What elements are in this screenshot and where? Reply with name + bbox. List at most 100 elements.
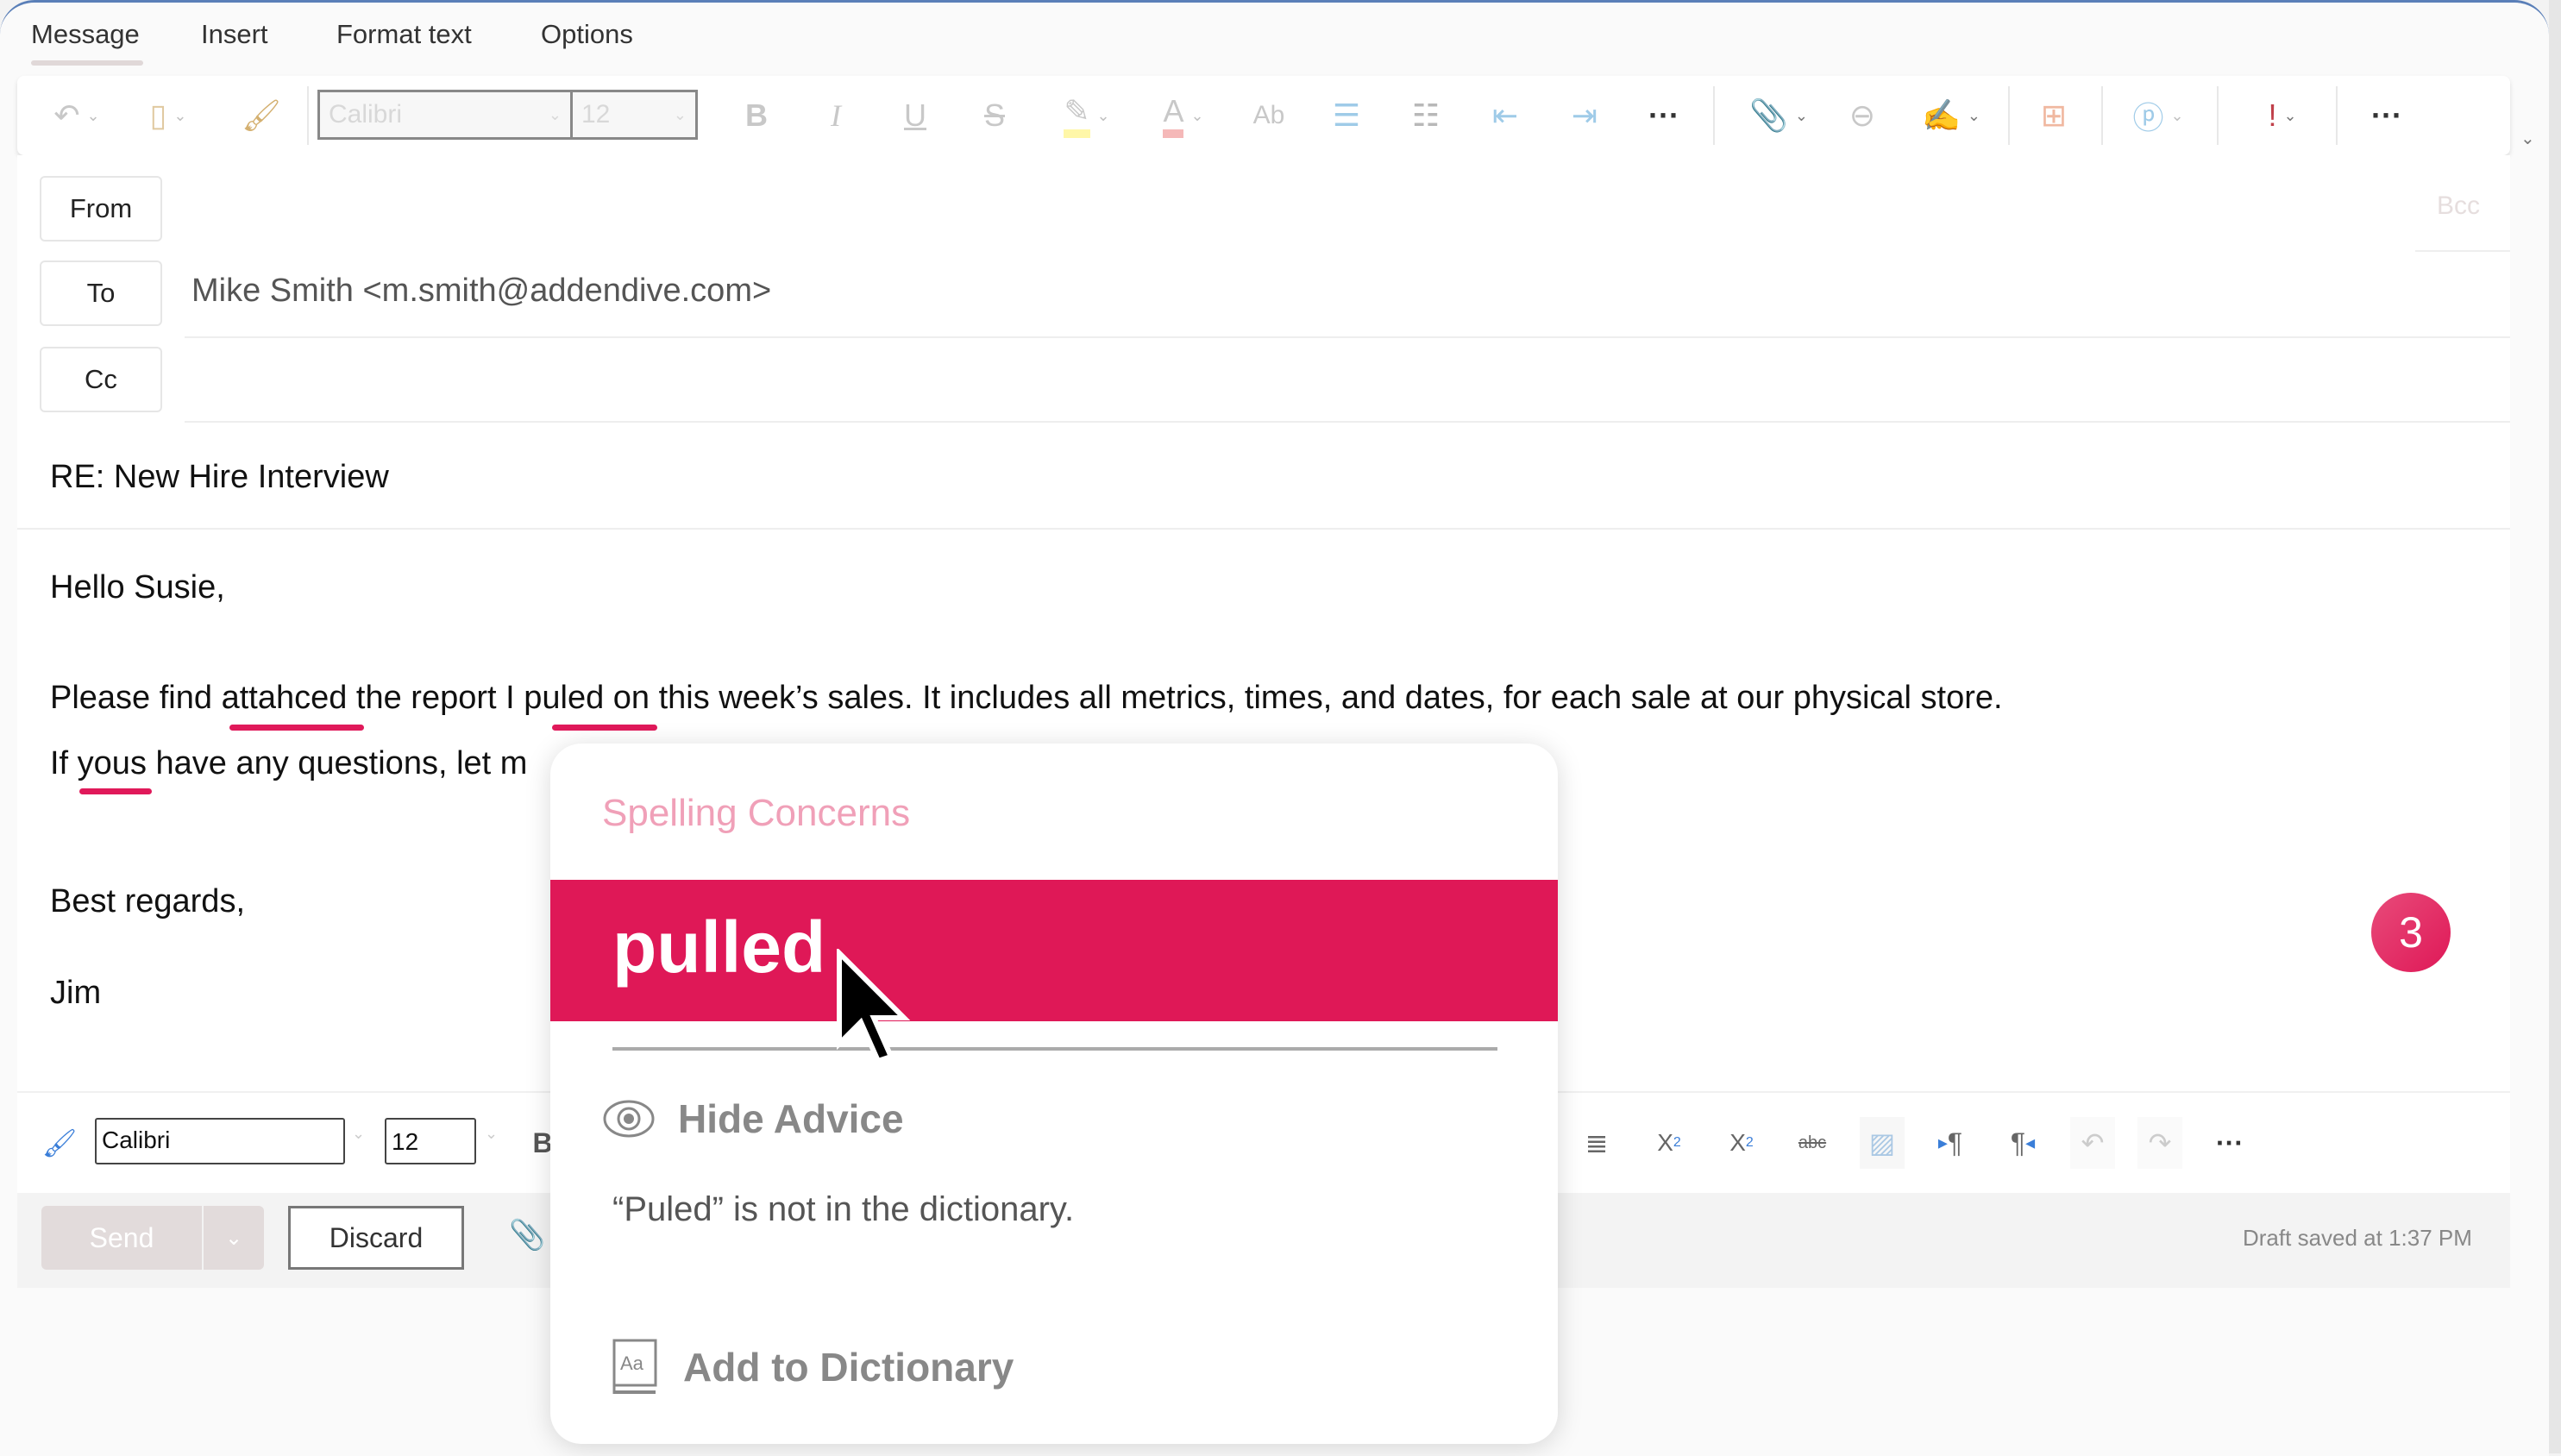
chevron-down-icon: ⌄ bbox=[173, 106, 187, 124]
underline-icon: U bbox=[904, 97, 926, 133]
more-options-button[interactable]: ··· bbox=[2363, 76, 2410, 155]
insert-image-icon[interactable]: ▨ bbox=[1860, 1117, 1905, 1169]
importance-button[interactable]: ! ⌄ bbox=[2246, 76, 2319, 155]
divider bbox=[2008, 86, 2010, 145]
body-greeting[interactable]: Hello Susie, bbox=[50, 569, 225, 606]
decrease-indent-icon: ⇤ bbox=[1491, 97, 1519, 133]
chevron-down-icon[interactable]: ⌄ bbox=[485, 1125, 498, 1143]
underline-button[interactable]: U bbox=[894, 76, 937, 155]
spelling-button[interactable]: Ab bbox=[1246, 76, 1292, 155]
paste-button[interactable]: ▯ ⌄ bbox=[138, 76, 198, 155]
more-icon: ··· bbox=[2371, 97, 2402, 133]
signature-button[interactable]: ✍ ⌄ bbox=[1915, 76, 1987, 155]
chevron-down-icon[interactable]: ⌄ bbox=[352, 1125, 365, 1143]
link-icon: ⊖ bbox=[1849, 97, 1876, 133]
chevron-down-icon: ⌄ bbox=[548, 106, 562, 123]
popup-title: Spelling Concerns bbox=[602, 792, 911, 834]
ribbon-toolbar: ↶ ⌄ ▯ ⌄ 🖌 Calibri ⌄ 12 ⌄ B I U S ✎ ⌄ A ⌄ Ab … bbox=[17, 76, 2510, 155]
subscript-icon[interactable]: X2 bbox=[1720, 1117, 1763, 1169]
body-closing[interactable]: Best regards, bbox=[50, 883, 245, 920]
tab-insert[interactable]: Insert bbox=[201, 19, 268, 50]
cc-button[interactable]: Cc bbox=[40, 347, 162, 412]
importance-icon: ! bbox=[2268, 97, 2277, 133]
chevron-down-icon: ⌄ bbox=[224, 1226, 243, 1250]
attach-icon[interactable]: 📎 bbox=[509, 1218, 545, 1252]
font-color-icon: A bbox=[1163, 93, 1184, 138]
link-button[interactable]: ⊖ bbox=[1839, 76, 1886, 155]
strikethrough-button[interactable]: S bbox=[973, 76, 1016, 155]
superscript-icon[interactable]: X2 bbox=[1648, 1117, 1691, 1169]
format-painter-icon[interactable]: 🖌 bbox=[38, 1117, 81, 1169]
spelling-underline-yous[interactable] bbox=[79, 788, 152, 794]
redo-icon[interactable]: ↷ bbox=[2137, 1117, 2182, 1169]
italic-icon: I bbox=[831, 98, 841, 133]
divider bbox=[1713, 86, 1715, 145]
svg-text:Aa: Aa bbox=[620, 1352, 644, 1374]
italic-button[interactable]: I bbox=[814, 76, 857, 155]
send-options-button[interactable]: ⌄ bbox=[204, 1206, 264, 1270]
insert-table-button[interactable]: ⊞ bbox=[2031, 76, 2077, 155]
mouse-cursor-icon bbox=[837, 949, 911, 1064]
more-icon[interactable]: ··· bbox=[2208, 1117, 2251, 1169]
to-button[interactable]: To bbox=[40, 260, 162, 326]
font-name-select[interactable]: Calibri ⌄ bbox=[317, 90, 573, 140]
eye-icon bbox=[603, 1100, 655, 1138]
add-to-dictionary-button[interactable]: Aa Add to Dictionary bbox=[612, 1339, 1014, 1396]
advice-message: “Puled” is not in the dictionary. bbox=[612, 1190, 1075, 1228]
add-to-dictionary-label: Add to Dictionary bbox=[683, 1345, 1014, 1390]
increase-indent-icon: ⇥ bbox=[1571, 97, 1598, 133]
body-line-2[interactable]: If yous have any questions, let m bbox=[50, 745, 527, 782]
hide-advice-button[interactable]: Hide Advice bbox=[602, 1095, 904, 1142]
bottom-font-size-input[interactable]: 12 bbox=[385, 1118, 476, 1164]
justify-icon[interactable]: ≣ bbox=[1575, 1117, 1618, 1169]
bullets-button[interactable]: ☰ bbox=[1323, 76, 1370, 155]
font-color-button[interactable]: A ⌄ bbox=[1149, 76, 1218, 155]
undo-icon[interactable]: ↶ bbox=[2070, 1117, 2115, 1169]
bold-icon: B bbox=[745, 97, 768, 133]
cc-input[interactable] bbox=[191, 352, 2503, 412]
send-button[interactable]: Send bbox=[41, 1206, 202, 1270]
to-divider bbox=[185, 336, 2510, 338]
bullets-icon: ☰ bbox=[1332, 97, 1361, 133]
highlight-icon: ✎ bbox=[1064, 93, 1090, 138]
tab-options[interactable]: Options bbox=[541, 19, 633, 50]
cc-divider bbox=[185, 421, 2510, 423]
increase-indent-button[interactable]: ⇥ bbox=[1561, 76, 1608, 155]
bottom-font-name-input[interactable]: Calibri bbox=[95, 1118, 345, 1164]
bcc-button[interactable]: Bcc bbox=[2437, 191, 2480, 221]
step-badge: 3 bbox=[2371, 893, 2451, 972]
highlight-button[interactable]: ✎ ⌄ bbox=[1052, 76, 1121, 155]
spelling-underline-puled[interactable] bbox=[552, 725, 657, 731]
numbering-button[interactable]: ☷ bbox=[1403, 76, 1449, 155]
undo-icon: ↶ bbox=[53, 97, 80, 133]
format-painter-button[interactable]: 🖌 bbox=[240, 76, 283, 155]
subject-field[interactable]: RE: New Hire Interview bbox=[50, 459, 389, 496]
dictionary-icon: Aa bbox=[612, 1339, 657, 1394]
chevron-down-icon: ⌄ bbox=[1967, 106, 1980, 124]
suggestion-text[interactable]: pulled bbox=[612, 906, 825, 989]
subject-divider bbox=[17, 528, 2510, 530]
undo-button[interactable]: ↶ ⌄ bbox=[47, 76, 107, 155]
from-button[interactable]: From bbox=[40, 176, 162, 242]
more-formatting-button[interactable]: ··· bbox=[1641, 76, 1687, 155]
bold-button[interactable]: B bbox=[735, 76, 778, 155]
chevron-down-icon: ⌄ bbox=[2283, 106, 2297, 124]
tab-format-text[interactable]: Format text bbox=[336, 19, 472, 50]
spelling-popup: Spelling Concerns pulled Hide Advice “Pu… bbox=[550, 744, 1558, 1444]
font-size-select[interactable]: 12 ⌄ bbox=[570, 90, 698, 140]
strikethrough-icon[interactable]: abc bbox=[1791, 1117, 1834, 1169]
to-recipient-field[interactable]: Mike Smith <m.smith@addendive.com> bbox=[191, 273, 771, 310]
attach-file-button[interactable]: 📎 ⌄ bbox=[1742, 76, 1815, 155]
decrease-indent-button[interactable]: ⇤ bbox=[1482, 76, 1528, 155]
expand-ribbon-icon[interactable]: ⌄ bbox=[2520, 128, 2535, 149]
ltr-paragraph-icon[interactable]: ▸ ¶ bbox=[1929, 1117, 1972, 1169]
spelling-underline-attahced[interactable] bbox=[229, 725, 364, 731]
divider bbox=[2336, 86, 2338, 145]
loop-button[interactable]: ⓟ ⌄ bbox=[2122, 76, 2194, 155]
discard-button[interactable]: Discard bbox=[288, 1206, 464, 1270]
divider bbox=[2217, 86, 2219, 145]
body-signature[interactable]: Jim bbox=[50, 975, 101, 1012]
tab-message[interactable]: Message bbox=[31, 19, 140, 50]
rtl-paragraph-icon[interactable]: ¶ ◂ bbox=[2001, 1117, 2044, 1169]
body-line-1[interactable]: Please find attahced the report I puled … bbox=[50, 680, 2003, 717]
